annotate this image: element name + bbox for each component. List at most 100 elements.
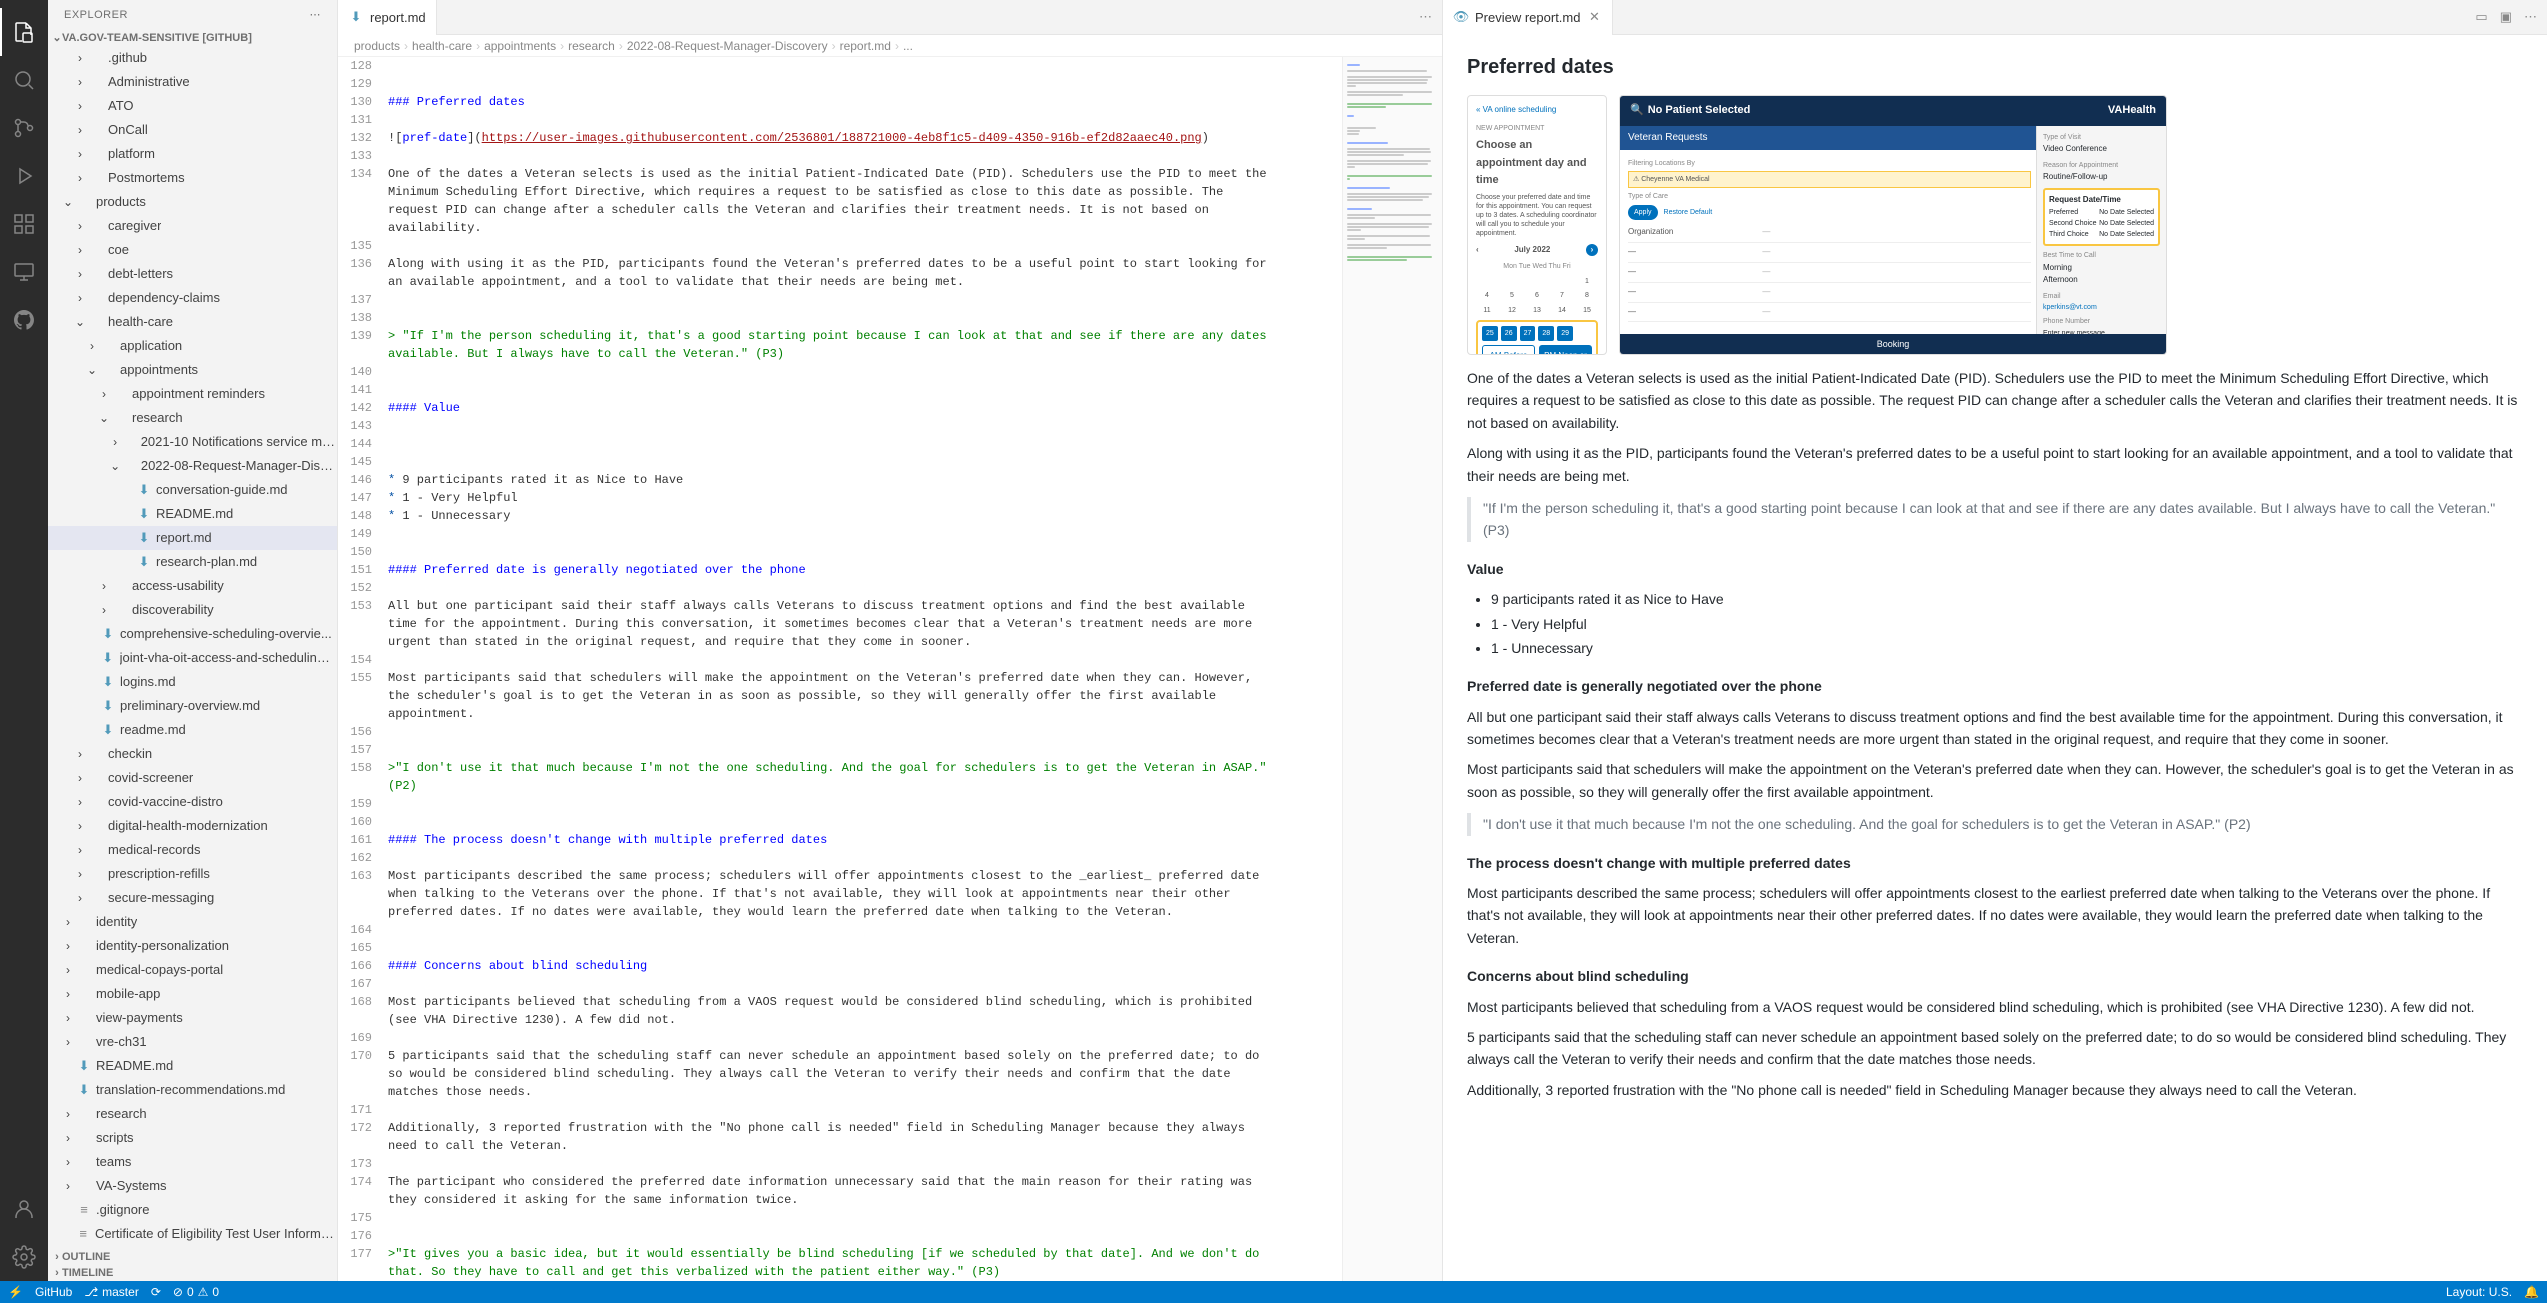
tree-folder[interactable]: ⌄research: [48, 406, 337, 430]
list-item: 1 - Unnecessary: [1491, 637, 2523, 659]
tree-folder[interactable]: ›dependency-claims: [48, 286, 337, 310]
tree-folder[interactable]: ⌄2022-08-Request-Manager-Discovery: [48, 454, 337, 478]
preview-paragraph: Additionally, 3 reported frustration wit…: [1467, 1079, 2523, 1101]
breadcrumb-item[interactable]: 2022-08-Request-Manager-Discovery: [627, 39, 828, 53]
sidebar-section-repo[interactable]: ⌄VA.GOV-TEAM-SENSITIVE [GITHUB]: [48, 29, 337, 46]
tree-folder[interactable]: ›ATO: [48, 94, 337, 118]
run-debug-icon[interactable]: [0, 152, 48, 200]
file-tree: ›.github›Administrative›ATO›OnCall›platf…: [48, 46, 337, 1249]
tree-folder[interactable]: ›platform: [48, 142, 337, 166]
editor-content[interactable]: 1281291301311321331341351361371381391401…: [338, 57, 1442, 1281]
tree-folder[interactable]: ›caregiver: [48, 214, 337, 238]
layout-icon[interactable]: ▣: [2500, 9, 2512, 25]
preview-paragraph: Along with using it as the PID, particip…: [1467, 442, 2523, 487]
tree-folder[interactable]: ›OnCall: [48, 118, 337, 142]
preview-content[interactable]: Preferred dates « VA online scheduling N…: [1443, 35, 2547, 1281]
status-remote[interactable]: ⚡: [8, 1285, 23, 1299]
tree-folder[interactable]: ›teams: [48, 1150, 337, 1174]
tree-folder[interactable]: ›medical-records: [48, 838, 337, 862]
sidebar-section-outline[interactable]: ›OUTLINE: [48, 1249, 337, 1265]
breadcrumb-item[interactable]: report.md: [840, 39, 891, 53]
close-icon[interactable]: ✕: [1586, 9, 1602, 25]
tree-folder[interactable]: ›.github: [48, 46, 337, 70]
preview-h3: Preferred dates: [1467, 51, 2523, 83]
breadcrumb-item[interactable]: research: [568, 39, 615, 53]
tree-file[interactable]: ⬇comprehensive-scheduling-overvie...: [48, 622, 337, 646]
preview-h4: Preferred date is generally negotiated o…: [1467, 675, 2523, 697]
minimap[interactable]: [1342, 57, 1442, 1281]
settings-icon[interactable]: [0, 1233, 48, 1281]
tree-folder[interactable]: ›appointment reminders: [48, 382, 337, 406]
tree-folder[interactable]: ›digital-health-modernization: [48, 814, 337, 838]
tree-file[interactable]: ⬇readme.md: [48, 718, 337, 742]
extensions-icon[interactable]: [0, 200, 48, 248]
preview-paragraph: All but one participant said their staff…: [1467, 706, 2523, 751]
tab-preview[interactable]: 👁 Preview report.md ✕: [1443, 0, 1613, 35]
tree-file[interactable]: ⬇preliminary-overview.md: [48, 694, 337, 718]
breadcrumbs[interactable]: products›health-care›appointments›resear…: [338, 35, 1442, 57]
tree-folder[interactable]: ›checkin: [48, 742, 337, 766]
tree-folder[interactable]: ›Postmortems: [48, 166, 337, 190]
sidebar-section-timeline[interactable]: ›TIMELINE: [48, 1265, 337, 1281]
tree-folder[interactable]: ›covid-vaccine-distro: [48, 790, 337, 814]
breadcrumb-item[interactable]: ...: [903, 39, 913, 53]
remote-icon[interactable]: [0, 248, 48, 296]
breadcrumb-item[interactable]: appointments: [484, 39, 556, 53]
tree-folder[interactable]: ›Administrative: [48, 70, 337, 94]
tree-folder[interactable]: ›secure-messaging: [48, 886, 337, 910]
tree-folder[interactable]: ›2021-10 Notifications service map w...: [48, 430, 337, 454]
tree-folder[interactable]: ›covid-screener: [48, 766, 337, 790]
tree-folder[interactable]: ›research: [48, 1102, 337, 1126]
status-github[interactable]: GitHub: [35, 1285, 72, 1299]
tree-folder[interactable]: ›application: [48, 334, 337, 358]
split-icon[interactable]: ▭: [2475, 9, 2487, 25]
preview-paragraph: One of the dates a Veteran selects is us…: [1467, 367, 2523, 434]
tree-file[interactable]: ⬇conversation-guide.md: [48, 478, 337, 502]
status-branch[interactable]: ⎇ master: [84, 1285, 139, 1299]
tree-file[interactable]: ⬇report.md: [48, 526, 337, 550]
status-layout[interactable]: Layout: U.S.: [2446, 1285, 2512, 1299]
tree-file[interactable]: ⬇README.md: [48, 502, 337, 526]
tree-folder[interactable]: ›view-payments: [48, 1006, 337, 1030]
tree-file[interactable]: ⬇joint-vha-oit-access-and-scheduling-...: [48, 646, 337, 670]
tree-folder[interactable]: ⌄health-care: [48, 310, 337, 334]
tree-file[interactable]: ≡Certificate of Eligibility Test User In…: [48, 1222, 337, 1246]
tree-folder[interactable]: ⌄products: [48, 190, 337, 214]
more-actions-icon[interactable]: ⋯: [1419, 9, 1432, 25]
tree-folder[interactable]: ⌄appointments: [48, 358, 337, 382]
breadcrumb-item[interactable]: products: [354, 39, 400, 53]
explorer-icon[interactable]: [0, 8, 48, 56]
editor-pane-left: ⬇ report.md ⋯ products›health-care›appoi…: [338, 0, 1443, 1281]
github-icon[interactable]: [0, 296, 48, 344]
tab-report[interactable]: ⬇ report.md: [338, 0, 437, 35]
tree-file[interactable]: ⬇logins.md: [48, 670, 337, 694]
tree-folder[interactable]: ›coe: [48, 238, 337, 262]
tree-folder[interactable]: ›VA-Systems: [48, 1174, 337, 1198]
tree-folder[interactable]: ›debt-letters: [48, 262, 337, 286]
tree-file[interactable]: ≡.gitignore: [48, 1198, 337, 1222]
status-sync[interactable]: ⟳: [151, 1285, 161, 1299]
tree-folder[interactable]: ›scripts: [48, 1126, 337, 1150]
search-icon[interactable]: [0, 56, 48, 104]
tree-folder[interactable]: ›medical-copays-portal: [48, 958, 337, 982]
tree-folder[interactable]: ›prescription-refills: [48, 862, 337, 886]
tree-folder[interactable]: ›identity-personalization: [48, 934, 337, 958]
preview-icon: 👁: [1453, 9, 1469, 25]
more-icon[interactable]: ⋯: [310, 8, 322, 21]
tree-folder[interactable]: ›access-usability: [48, 574, 337, 598]
tree-folder[interactable]: ›mobile-app: [48, 982, 337, 1006]
tree-folder[interactable]: ›discoverability: [48, 598, 337, 622]
status-problems[interactable]: ⊘ 0 ⚠ 0: [173, 1285, 219, 1299]
source-control-icon[interactable]: [0, 104, 48, 152]
activity-bar: [0, 0, 48, 1281]
markdown-icon: ⬇: [348, 9, 364, 25]
tree-file[interactable]: ⬇README.md: [48, 1054, 337, 1078]
more-actions-icon[interactable]: ⋯: [2524, 9, 2537, 25]
tree-folder[interactable]: ›identity: [48, 910, 337, 934]
breadcrumb-item[interactable]: health-care: [412, 39, 472, 53]
tree-folder[interactable]: ›vre-ch31: [48, 1030, 337, 1054]
tree-file[interactable]: ⬇translation-recommendations.md: [48, 1078, 337, 1102]
status-notifications-icon[interactable]: 🔔: [2524, 1285, 2539, 1299]
accounts-icon[interactable]: [0, 1185, 48, 1233]
tree-file[interactable]: ⬇research-plan.md: [48, 550, 337, 574]
